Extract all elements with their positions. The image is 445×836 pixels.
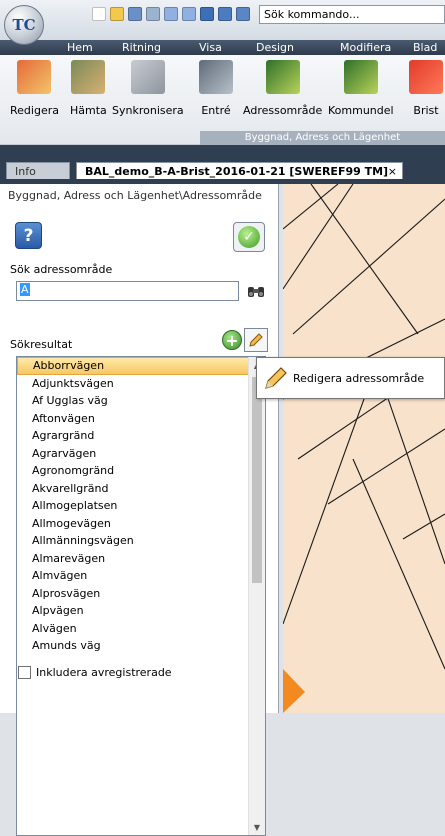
list-item[interactable]: Allmänningsvägen <box>17 532 265 550</box>
pencil-icon <box>249 333 263 347</box>
print-icon[interactable] <box>146 7 160 21</box>
entre-button[interactable]: Entré <box>199 58 233 124</box>
redo-icon[interactable] <box>182 7 196 21</box>
list-item[interactable]: Agronomgränd <box>17 462 265 480</box>
list-item[interactable]: Allmogeplatsen <box>17 497 265 515</box>
binoculars-svg <box>248 287 264 297</box>
door-icon <box>199 60 233 94</box>
binoculars-icon[interactable] <box>246 282 266 300</box>
results-label: Sökresultat <box>10 338 73 351</box>
hamta-button[interactable]: Hämta <box>70 58 107 124</box>
window-icon[interactable] <box>236 7 250 21</box>
house-edit-icon <box>17 60 52 94</box>
address-area-search-input[interactable]: A <box>16 281 239 301</box>
results-scrollbar[interactable]: ▲ ▼ <box>248 357 265 835</box>
hamta-label: Hämta <box>70 104 107 117</box>
new-file-icon[interactable] <box>92 7 106 21</box>
search-value: A <box>20 283 30 296</box>
undo-icon[interactable] <box>164 7 178 21</box>
adressomrade-label: Adressområde <box>243 104 323 117</box>
list-item[interactable]: Allmogevägen <box>17 515 265 533</box>
list-item[interactable]: Almvägen <box>17 567 265 585</box>
checkmark-icon: ✓ <box>238 226 260 248</box>
list-item[interactable]: Abborrvägen <box>17 357 265 375</box>
map-drawing <box>283 184 445 713</box>
help-button[interactable]: ? <box>15 222 42 249</box>
quick-access-toolbar: TC Sök kommando... <box>0 0 445 45</box>
edit-pencil-button[interactable] <box>244 328 268 352</box>
tab-info[interactable]: Info <box>6 162 70 179</box>
flag-icon <box>409 60 443 94</box>
command-search-input[interactable]: Sök kommando... <box>259 5 445 24</box>
house-fetch-icon <box>71 60 106 94</box>
list-item[interactable]: Almarevägen <box>17 550 265 568</box>
redigera-button[interactable]: Redigera <box>10 58 59 124</box>
synkronisera-button[interactable]: Synkronisera <box>112 58 184 124</box>
list-item[interactable]: Amunds väg <box>17 637 265 655</box>
sync-icon <box>130 60 165 94</box>
list-item[interactable]: Agrargränd <box>17 427 265 445</box>
tooltip-text: Redigera adressområde <box>293 371 425 385</box>
ribbon-tab-bar: Hem Ritning Visa Design Modifiera Blad <box>0 40 445 55</box>
save-icon[interactable] <box>128 7 142 21</box>
results-list[interactable]: Abborrvägen Adjunktsvägen Af Ugglas väg Aft… <box>16 356 266 836</box>
entre-label: Entré <box>201 104 231 117</box>
adressomrade-button[interactable]: Adressområde <box>243 58 322 124</box>
ribbon-group-label: Byggnad, Adress och Lägenhet <box>200 131 445 145</box>
add-button[interactable]: + <box>222 330 242 350</box>
ribbon-panel: Redigera Hämta Synkronisera Entré Adress… <box>0 55 445 145</box>
document-tab-strip: Info BAL_demo_B-A-Brist_2016-01-21 [SWER… <box>0 145 445 184</box>
play-icon[interactable] <box>200 7 214 21</box>
brist-button[interactable]: Brist <box>409 58 443 124</box>
brist-label: Brist <box>413 104 439 117</box>
document-tab-title: BAL_demo_B-A-Brist_2016-01-21 [SWEREF99 … <box>85 165 389 178</box>
list-item[interactable]: Adjunktsvägen <box>17 375 265 393</box>
tab-blad[interactable]: Blad <box>413 40 437 55</box>
include-deregistered-checkbox[interactable] <box>18 666 31 679</box>
redigera-label: Redigera <box>10 104 59 117</box>
kommundel-button[interactable]: Kommundel <box>328 58 394 124</box>
kommundel-label: Kommundel <box>328 104 394 117</box>
open-folder-icon[interactable] <box>110 7 124 21</box>
tab-document[interactable]: BAL_demo_B-A-Brist_2016-01-21 [SWEREF99 … <box>76 162 403 179</box>
results-items: Abborrvägen Adjunktsvägen Af Ugglas väg Aft… <box>17 357 265 655</box>
list-item[interactable]: Alvägen <box>17 620 265 638</box>
tab-design[interactable]: Design <box>256 40 294 55</box>
ok-button[interactable]: ✓ <box>233 222 265 252</box>
map-canvas[interactable] <box>283 184 445 713</box>
pencil-tooltip-svg <box>265 367 287 389</box>
include-deregistered-label: Inkludera avregistrerade <box>36 666 172 679</box>
list-item[interactable]: Akvarellgränd <box>17 480 265 498</box>
list-item[interactable]: Alprosvägen <box>17 585 265 603</box>
search-label: Sök adressområde <box>10 263 113 276</box>
synkronisera-label: Synkronisera <box>112 104 184 117</box>
include-deregistered-row[interactable]: Inkludera avregistrerade <box>18 666 172 679</box>
list-item[interactable]: Agrarvägen <box>17 445 265 463</box>
address-area-icon <box>265 60 300 94</box>
list-item[interactable]: Aftonvägen <box>17 410 265 428</box>
app-logo[interactable]: TC <box>4 5 44 45</box>
scroll-thumb[interactable] <box>252 377 262 583</box>
tab-hem[interactable]: Hem <box>67 40 93 55</box>
tab-visa[interactable]: Visa <box>199 40 222 55</box>
quick-access-icons <box>92 7 250 21</box>
edit-tooltip: Redigera adressområde <box>256 357 445 399</box>
tab-modifiera[interactable]: Modifiera <box>340 40 391 55</box>
list-item[interactable]: Alpvägen <box>17 602 265 620</box>
breadcrumb: Byggnad, Adress och Lägenhet\Adressområd… <box>8 189 262 202</box>
list-item[interactable]: Af Ugglas väg <box>17 392 265 410</box>
tab-ritning[interactable]: Ritning <box>122 40 161 55</box>
close-tab-icon[interactable]: × <box>388 163 397 180</box>
municipality-part-icon <box>343 60 378 94</box>
layers-icon[interactable] <box>218 7 232 21</box>
scroll-down-icon[interactable]: ▼ <box>249 819 265 835</box>
pencil-tooltip-icon <box>261 363 291 393</box>
address-area-panel: Byggnad, Adress och Lägenhet\Adressområd… <box>0 184 279 836</box>
